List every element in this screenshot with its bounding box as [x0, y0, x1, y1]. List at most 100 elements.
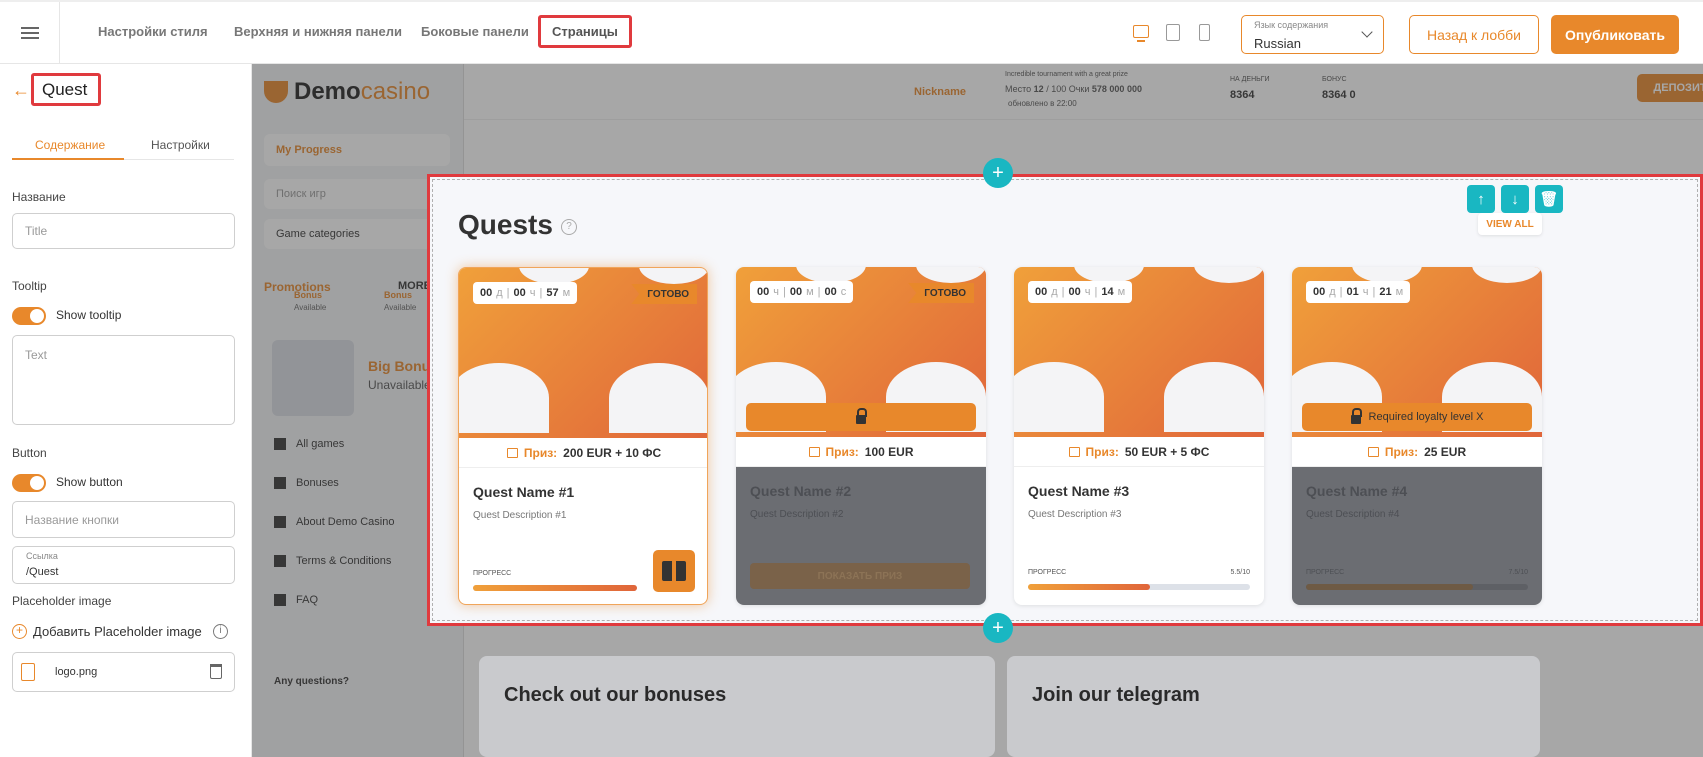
show-button-label: Show button: [56, 475, 123, 489]
tablet-icon[interactable]: [1166, 24, 1180, 41]
show-tooltip-toggle[interactable]: [12, 307, 46, 325]
move-down-button[interactable]: ↓: [1501, 185, 1529, 213]
settings-panel: ← Quest Содержание Настройки Название Ti…: [0, 64, 252, 757]
progress-bar: [473, 585, 637, 591]
lock-icon: [1350, 407, 1362, 424]
show-tooltip-label: Show tooltip: [56, 308, 122, 322]
prize-value: 200 EUR + 10 ФС: [563, 445, 662, 460]
trash-icon[interactable]: [210, 664, 222, 679]
timer-unit: м: [1117, 286, 1126, 298]
quest-prize: Приз: 25 EUR: [1292, 437, 1542, 467]
title-input[interactable]: Title: [12, 213, 235, 249]
quest-name: Quest Name #3: [1028, 483, 1130, 499]
quest-card[interactable]: 00 д | 00 ч | 14 м Приз: 50 EUR + 5 ФС Quest Name …: [1014, 267, 1264, 605]
show-prize-label: ПОКАЗАТЬ ПРИЗ: [817, 570, 903, 582]
timer-value: 00: [480, 287, 493, 299]
link-field-label: Ссылка: [26, 551, 58, 561]
progress-label: ПРОГРЕСС: [473, 570, 512, 577]
timer-value: 00: [824, 286, 837, 298]
quest-body: Quest Name #3 Quest Description #3 ПРОГРЕС…: [1014, 467, 1264, 605]
quest-card[interactable]: 00 д | 01 ч | 21 м Required loyalty level X Приз:…: [1292, 267, 1542, 605]
timer-separator: |: [1372, 286, 1376, 298]
prize-value: 25 EUR: [1424, 444, 1467, 459]
help-icon[interactable]: ?: [561, 219, 577, 235]
placeholder-section-label: Placeholder image: [12, 594, 112, 608]
page-preview: Demo casino My Progress Поиск игр Game ca…: [252, 64, 1703, 757]
lock-bar: Required loyalty level X: [1302, 403, 1532, 431]
link-field[interactable]: Ссылка /Quest: [12, 546, 235, 584]
tab-header-footer[interactable]: Верхняя и нижняя панели: [234, 24, 402, 39]
tab-settings[interactable]: Настройки: [151, 138, 210, 152]
progress-fill: [1306, 584, 1473, 590]
language-select-value: Russian: [1254, 36, 1301, 51]
menu-icon[interactable]: [0, 2, 60, 64]
timer-unit: м: [806, 286, 814, 298]
tab-side-panels[interactable]: Боковые панели: [421, 24, 529, 39]
tab-pages[interactable]: Страницы: [538, 15, 632, 48]
gift-icon: [1367, 446, 1379, 457]
timer-unit: ч: [773, 286, 779, 298]
telegram-banner-title: Join our telegram: [1032, 684, 1200, 706]
desktop-icon[interactable]: [1133, 25, 1149, 42]
back-to-lobby-button[interactable]: Назад к лобби: [1409, 15, 1539, 54]
timer-unit: м: [562, 287, 571, 299]
timer-value: 14: [1101, 286, 1114, 298]
timer-value: 00: [789, 286, 803, 298]
show-prize-button[interactable]: ПОКАЗАТЬ ПРИЗ: [750, 563, 970, 589]
add-section-above-button[interactable]: +: [983, 158, 1013, 188]
timer-unit: с: [840, 286, 847, 298]
plus-circle-icon: +: [12, 624, 27, 639]
info-icon[interactable]: i: [213, 624, 228, 639]
bonuses-banner-title: Check out our bonuses: [504, 684, 727, 706]
prize-value: 100 EUR: [864, 444, 914, 459]
add-section-below-button[interactable]: +: [983, 613, 1013, 643]
prize-value: 50 EUR + 5 ФС: [1124, 444, 1210, 459]
publish-button[interactable]: Опубликовать: [1551, 15, 1679, 54]
quest-image-shape: [609, 363, 707, 433]
delete-section-button[interactable]: 🗑: [1535, 185, 1563, 213]
top-bar: Настройки стиля Верхняя и нижняя панели …: [0, 0, 1703, 64]
quest-body: Quest Name #1 Quest Description #1 ПРОГРЕС…: [459, 468, 707, 604]
timer-unit: д: [1329, 286, 1336, 298]
link-field-value: /Quest: [26, 566, 59, 578]
progress-bar: [1306, 584, 1528, 590]
progress-label: ПРОГРЕСС: [1028, 569, 1067, 576]
progress-fill: [1028, 584, 1151, 590]
timer-unit: ч: [1084, 286, 1091, 298]
quest-card[interactable]: 00 д | 00 ч | 57 м ГОТОВО Приз: 200 EUR + 10 ФС Que…: [458, 267, 708, 605]
button-name-input[interactable]: Название кнопки: [12, 501, 235, 538]
back-arrow-icon[interactable]: ←: [12, 80, 30, 101]
lock-icon: [856, 407, 867, 424]
ready-badge: ГОТОВО: [631, 284, 697, 304]
placeholder-file: logo.png: [12, 652, 235, 692]
tab-style-settings[interactable]: Настройки стиля: [98, 24, 208, 39]
move-up-button[interactable]: ↑: [1467, 185, 1495, 213]
claim-gift-button[interactable]: [653, 550, 695, 592]
lock-text: Required loyalty level X: [1368, 411, 1484, 423]
add-placeholder-label: Добавить Placeholder image: [33, 624, 202, 639]
progress-value: 7.5/10: [1508, 569, 1528, 576]
quests-section[interactable]: Quests ? VIEW ALL ↑ ↓ 🗑 00 д | 00 ч | 57 м ГОТОВ…: [427, 174, 1703, 626]
prize-label: Приз:: [1085, 444, 1119, 459]
progress-fill: [473, 585, 637, 591]
add-placeholder-button[interactable]: + Добавить Placeholder image: [12, 624, 202, 639]
timer-value: 00: [1035, 286, 1048, 298]
quest-name: Quest Name #1: [473, 484, 575, 500]
language-select[interactable]: Язык содержания Russian: [1241, 15, 1384, 54]
timer-separator: |: [1339, 286, 1343, 298]
quest-image-shape: [639, 268, 707, 284]
view-all-button[interactable]: VIEW ALL: [1478, 213, 1542, 235]
ready-badge: ГОТОВО: [908, 283, 974, 303]
quest-card[interactable]: 00 ч | 00 м | 00 с ГОТОВО Приз: 100 EUR Quest Name …: [736, 267, 986, 605]
quest-name: Quest Name #4: [1306, 483, 1408, 499]
tooltip-section-label: Tooltip: [12, 279, 47, 293]
quest-image-shape: [1194, 267, 1264, 283]
tooltip-textarea[interactable]: Text: [12, 335, 235, 425]
timer-value: 57: [546, 287, 559, 299]
quest-image: 00 д | 00 ч | 57 м ГОТОВО: [459, 268, 707, 438]
gift-icon: [1068, 446, 1080, 457]
tab-content[interactable]: Содержание: [35, 138, 105, 152]
prize-label: Приз:: [825, 444, 859, 459]
mobile-icon[interactable]: [1199, 24, 1210, 41]
show-button-toggle[interactable]: [12, 474, 46, 492]
